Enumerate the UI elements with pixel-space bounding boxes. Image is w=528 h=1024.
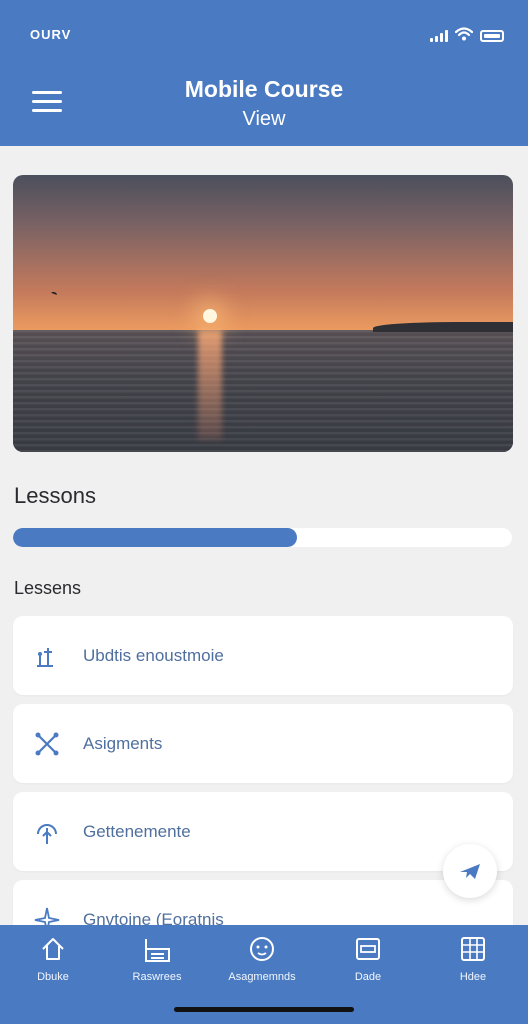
home-icon — [42, 938, 64, 960]
sea — [13, 330, 513, 452]
list-item-label: Gettenemente — [83, 822, 191, 841]
tab-label: Asagmemnds — [228, 971, 296, 983]
tab-label: Dade — [354, 971, 382, 983]
home-indicator — [174, 1007, 354, 1012]
tab-label: Hdee — [459, 971, 487, 983]
coastline — [373, 322, 513, 332]
app-header: OURV Mobile Course View — [0, 0, 528, 146]
assignments-icon — [250, 937, 274, 961]
sun — [203, 309, 217, 323]
tab-assignments[interactable]: Asagmemnds — [209, 925, 315, 1005]
course-hero-image — [13, 175, 513, 452]
tab-resources[interactable]: Raswrees — [104, 925, 210, 1005]
fab-button[interactable] — [443, 844, 497, 898]
battery-icon — [480, 30, 504, 42]
list-item[interactable]: Ubdtis enoustmoie — [13, 616, 513, 695]
antenna-icon — [37, 824, 57, 844]
tab-grade[interactable]: Dade — [315, 925, 421, 1005]
list-item[interactable]: Asigments — [13, 704, 513, 783]
tab-label: Raswrees — [132, 971, 182, 983]
list-item-label: Ubdtis enoustmoie — [83, 646, 224, 665]
grade-icon — [356, 938, 380, 960]
signal-icon — [430, 30, 450, 42]
page-subtitle: View — [242, 108, 286, 130]
carrier-label: OURV — [30, 27, 72, 42]
plane-icon — [460, 864, 480, 879]
tab-more[interactable]: Hdee — [420, 925, 526, 1005]
list-item[interactable]: Gettenemente — [13, 792, 513, 871]
grid-icon — [461, 937, 485, 961]
page-title: Mobile Course — [184, 76, 344, 102]
tools-icon — [35, 732, 59, 756]
resources-icon — [145, 939, 170, 962]
wifi-icon — [455, 27, 473, 41]
course-progress-bar — [13, 528, 512, 547]
progress-section-title: Lessons — [14, 483, 96, 508]
tab-label: Dbuke — [37, 971, 69, 983]
pin-icon — [37, 648, 53, 667]
status-bar: OURV — [0, 0, 528, 60]
list-item-label: Asigments — [83, 734, 163, 753]
tab-home[interactable]: Dbuke — [0, 925, 106, 1005]
progress-fill — [13, 528, 298, 547]
bird — [50, 291, 58, 297]
list-heading: Lessens — [14, 578, 82, 598]
